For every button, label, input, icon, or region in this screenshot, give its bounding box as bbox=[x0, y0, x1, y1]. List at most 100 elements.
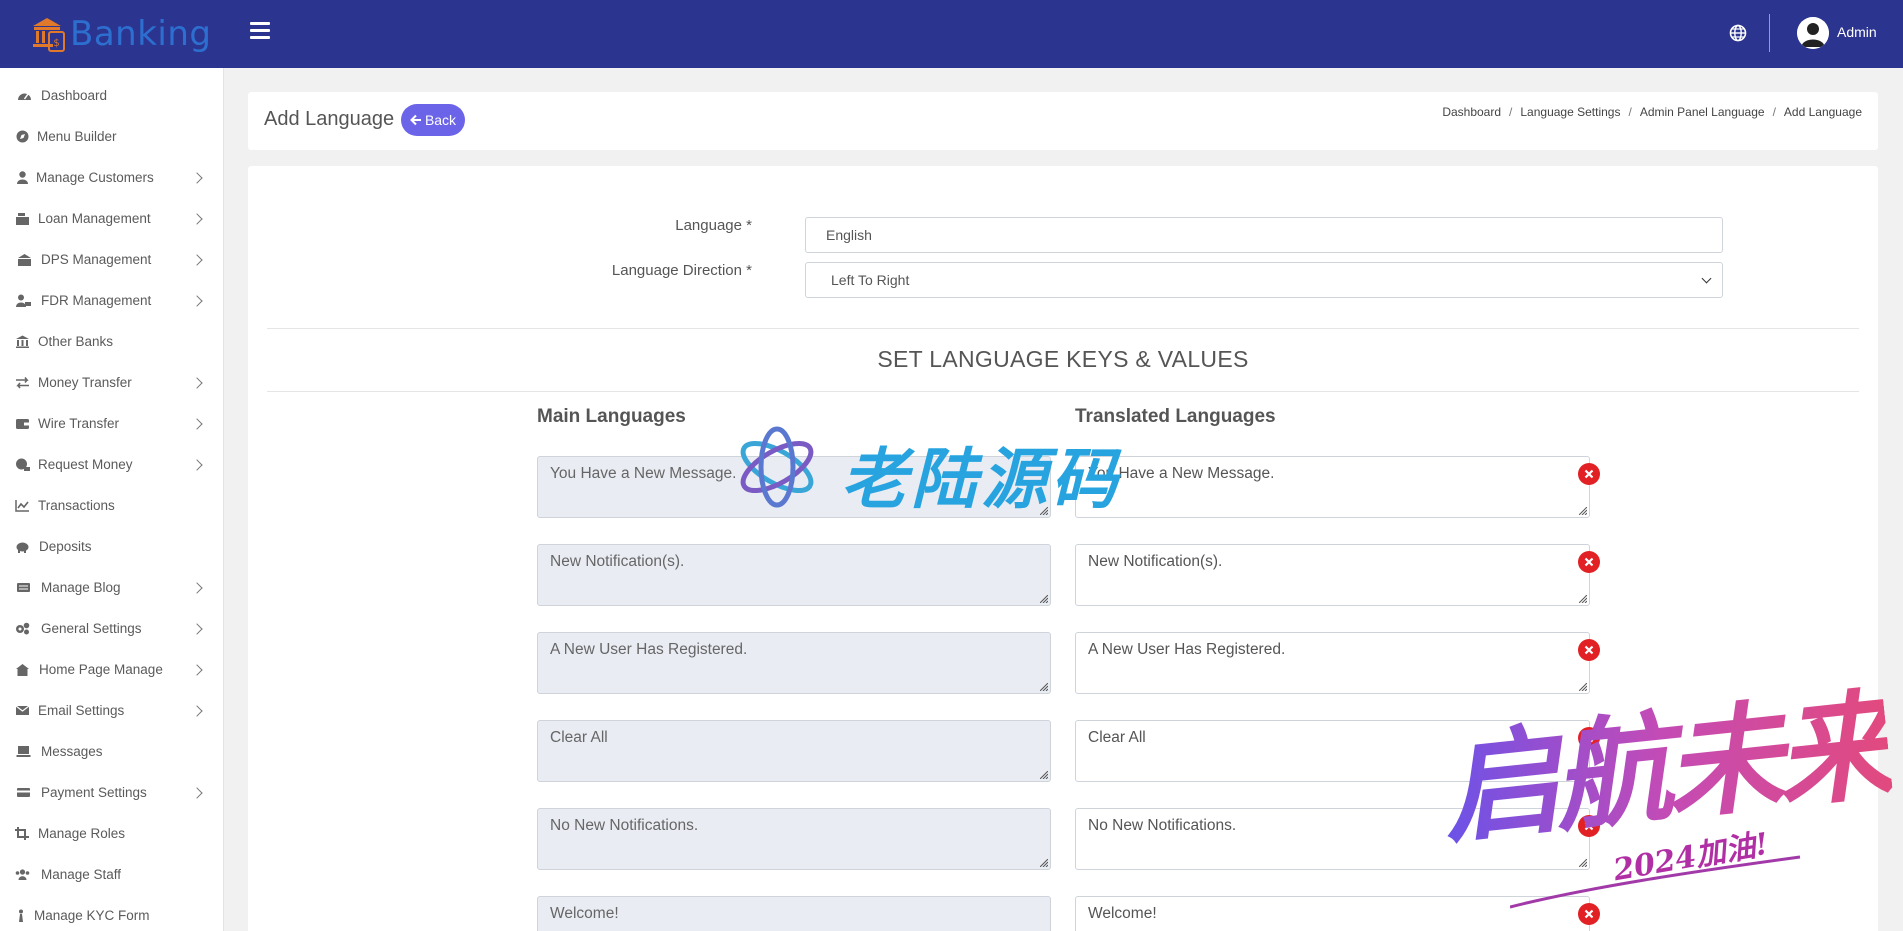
value-text: No New Notifications. bbox=[1088, 817, 1237, 834]
brand-text: Banking bbox=[70, 14, 212, 54]
blog-icon bbox=[17, 583, 30, 592]
sidebar-item-manage-roles[interactable]: Manage Roles bbox=[0, 813, 224, 854]
sidebar-item-label: FDR Management bbox=[41, 293, 152, 308]
translated-value-textarea[interactable]: A New User Has Registered. bbox=[1075, 632, 1590, 694]
close-icon bbox=[1584, 821, 1594, 831]
admin-avatar[interactable] bbox=[1797, 17, 1829, 49]
navbar-divider bbox=[1769, 14, 1770, 52]
envelope-icon bbox=[15, 705, 30, 715]
sidebar-item-fdr-management[interactable]: FDR Management bbox=[0, 280, 224, 321]
sidebar-item-menu-builder[interactable]: Menu Builder bbox=[0, 116, 224, 157]
main-language-key-textarea[interactable]: Welcome! bbox=[537, 896, 1051, 931]
sidebar-item-transactions[interactable]: Transactions bbox=[0, 485, 224, 526]
breadcrumb-link-admin-panel-language[interactable]: Admin Panel Language bbox=[1640, 105, 1765, 119]
remove-row-button[interactable] bbox=[1578, 551, 1600, 573]
value-text: Clear All bbox=[1088, 729, 1146, 746]
chevron-right-icon bbox=[191, 212, 203, 225]
sidebar-item-request-money[interactable]: Request Money bbox=[0, 444, 224, 485]
main-language-key-textarea[interactable]: New Notification(s). bbox=[537, 544, 1051, 606]
resize-grip-icon[interactable] bbox=[1579, 859, 1587, 867]
close-icon bbox=[1584, 645, 1594, 655]
sidebar-item-other-banks[interactable]: Other Banks bbox=[0, 321, 224, 362]
breadcrumb-link-language-settings[interactable]: Language Settings bbox=[1520, 105, 1620, 119]
sidebar-item-label: Manage Staff bbox=[41, 867, 122, 882]
sidebar-item-dashboard[interactable]: Dashboard bbox=[0, 75, 224, 116]
translated-value-textarea[interactable]: Clear All bbox=[1075, 720, 1590, 782]
translated-value-textarea[interactable]: No New Notifications. bbox=[1075, 808, 1590, 870]
kyc-icon bbox=[19, 909, 23, 922]
sidebar-item-label: General Settings bbox=[41, 621, 142, 636]
sidebar-item-wire-transfer[interactable]: Wire Transfer bbox=[0, 403, 224, 444]
messages-icon bbox=[16, 746, 31, 757]
translated-value-textarea[interactable]: You Have a New Message. bbox=[1075, 456, 1590, 518]
admin-name[interactable]: Admin bbox=[1837, 24, 1877, 40]
resize-grip-icon[interactable] bbox=[1579, 771, 1587, 779]
resize-grip-icon[interactable] bbox=[1040, 771, 1048, 779]
sidebar-item-manage-customers[interactable]: Manage Customers bbox=[0, 157, 224, 198]
sidebar-item-home-page-manage[interactable]: Home Page Manage bbox=[0, 649, 224, 690]
brand-logo[interactable]: $ Banking bbox=[30, 14, 211, 54]
sidebar-item-label: Messages bbox=[41, 744, 103, 759]
translated-value-textarea[interactable]: New Notification(s). bbox=[1075, 544, 1590, 606]
sidebar-item-loan-management[interactable]: Loan Management bbox=[0, 198, 224, 239]
breadcrumb-separator: / bbox=[1628, 105, 1632, 119]
piggy-bank-icon bbox=[16, 542, 29, 553]
sidebar-item-label: DPS Management bbox=[41, 252, 152, 267]
chevron-right-icon bbox=[191, 786, 203, 799]
sidebar-item-manage-kyc-form[interactable]: Manage KYC Form bbox=[0, 895, 224, 931]
chevron-right-icon bbox=[191, 171, 203, 184]
svg-text:$: $ bbox=[53, 38, 59, 49]
sidebar-item-label: Manage Blog bbox=[41, 580, 121, 595]
close-icon bbox=[1584, 557, 1594, 567]
user-icon bbox=[17, 171, 28, 184]
resize-grip-icon[interactable] bbox=[1040, 595, 1048, 603]
main-language-key-textarea[interactable]: You Have a New Message. bbox=[537, 456, 1051, 518]
sidebar-item-label: Deposits bbox=[39, 539, 92, 554]
key-text: Clear All bbox=[550, 729, 608, 746]
remove-row-button[interactable] bbox=[1578, 815, 1600, 837]
remove-row-button[interactable] bbox=[1578, 903, 1600, 925]
sidebar-item-manage-staff[interactable]: Manage Staff bbox=[0, 854, 224, 895]
resize-grip-icon[interactable] bbox=[1040, 507, 1048, 515]
sidebar-item-payment-settings[interactable]: Payment Settings bbox=[0, 772, 224, 813]
cash-register-icon bbox=[16, 213, 29, 225]
sidebar-item-email-settings[interactable]: Email Settings bbox=[0, 690, 224, 731]
remove-row-button[interactable] bbox=[1578, 463, 1600, 485]
main-language-key-textarea[interactable]: No New Notifications. bbox=[537, 808, 1051, 870]
sidebar-item-label: Home Page Manage bbox=[39, 662, 163, 677]
sidebar-item-label: Other Banks bbox=[38, 334, 114, 349]
language-name-input[interactable]: English bbox=[805, 217, 1723, 253]
language-direction-select[interactable]: Left To Right bbox=[805, 262, 1723, 298]
resize-grip-icon[interactable] bbox=[1579, 595, 1587, 603]
cogs-icon bbox=[16, 622, 30, 635]
remove-row-button[interactable] bbox=[1578, 639, 1600, 661]
translated-value-textarea[interactable]: Welcome! bbox=[1075, 896, 1590, 931]
sidebar-item-deposits[interactable]: Deposits bbox=[0, 526, 224, 567]
credit-card-icon bbox=[17, 788, 30, 797]
home-page-icon bbox=[16, 664, 29, 676]
main-language-key-textarea[interactable]: A New User Has Registered. bbox=[537, 632, 1051, 694]
breadcrumb-link-dashboard[interactable]: Dashboard bbox=[1442, 105, 1501, 119]
remove-row-button[interactable] bbox=[1578, 727, 1600, 749]
back-button[interactable]: Back bbox=[401, 104, 465, 136]
language-direction-label: Language Direction * bbox=[611, 262, 752, 279]
sidebar-item-money-transfer[interactable]: Money Transfer bbox=[0, 362, 224, 403]
sidebar-item-messages[interactable]: Messages bbox=[0, 731, 224, 772]
menu-toggle-icon[interactable] bbox=[250, 22, 270, 40]
language-direction-value: Left To Right bbox=[831, 272, 910, 288]
resize-grip-icon[interactable] bbox=[1040, 683, 1048, 691]
sidebar-item-dps-management[interactable]: DPS Management bbox=[0, 239, 224, 280]
language-globe-icon[interactable] bbox=[1729, 24, 1747, 42]
sidebar-item-label: Manage Roles bbox=[38, 826, 126, 841]
main-languages-heading: Main Languages bbox=[537, 406, 686, 427]
resize-grip-icon[interactable] bbox=[1579, 683, 1587, 691]
sidebar-item-manage-blog[interactable]: Manage Blog bbox=[0, 567, 224, 608]
bank-logo-icon: $ bbox=[33, 18, 65, 52]
resize-grip-icon[interactable] bbox=[1040, 859, 1048, 867]
breadcrumb-separator: / bbox=[1509, 105, 1513, 119]
resize-grip-icon[interactable] bbox=[1579, 507, 1587, 515]
sidebar-item-general-settings[interactable]: General Settings bbox=[0, 608, 224, 649]
dashboard-icon bbox=[18, 93, 31, 100]
main-language-key-textarea[interactable]: Clear All bbox=[537, 720, 1051, 782]
sidebar-item-label: Transactions bbox=[38, 498, 115, 513]
